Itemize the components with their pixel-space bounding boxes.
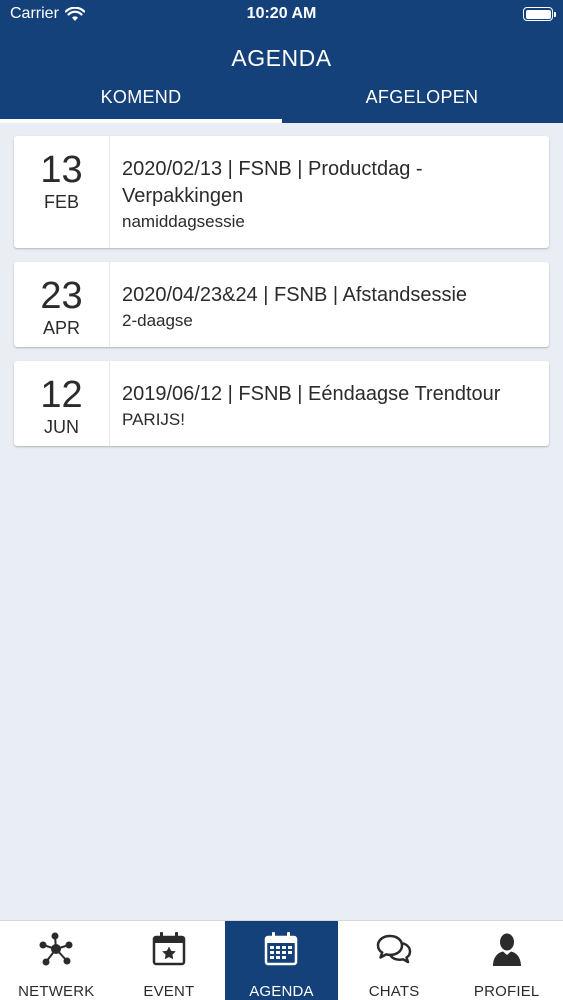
calendar-star-icon: [152, 932, 186, 966]
battery-level: [525, 9, 551, 19]
event-subtitle: PARIJS!: [122, 410, 185, 429]
event-info: 2020/04/23&24 | FSNB | Afstandsessie 2-d…: [110, 262, 549, 347]
event-subtitle: namiddagsessie: [122, 212, 245, 231]
event-date: 12 JUN: [14, 361, 110, 446]
tabbar-label: PROFIEL: [473, 983, 540, 1000]
event-title: 2020/04/23&24 | FSNB | Afstandsessie: [122, 284, 468, 306]
event-day: 12: [40, 374, 83, 416]
agenda-item[interactable]: 12 JUN 2019/06/12 | FSNB | Eéndaagse Tre…: [14, 361, 549, 446]
status-time: 10:20 AM: [246, 5, 317, 22]
network-icon: [39, 932, 73, 966]
tabbar-item-chats[interactable]: CHATS: [338, 921, 451, 1000]
page-title: AGENDA: [231, 45, 332, 71]
tab-afgelopen[interactable]: AFGELOPEN: [281, 87, 563, 123]
event-month: FEB: [43, 192, 79, 212]
tabbar-item-netwerk[interactable]: NETWERK: [0, 921, 113, 1000]
tabbar-label: NETWERK: [18, 983, 95, 1000]
event-date: 23 APR: [14, 262, 110, 347]
tab-afgelopen-label: AFGELOPEN: [365, 87, 479, 107]
event-month: APR: [42, 318, 80, 338]
active-tab-indicator: [0, 119, 282, 123]
tabbar-item-event[interactable]: EVENT: [113, 921, 226, 1000]
event-month: JUN: [44, 417, 79, 437]
tabbar-label: EVENT: [143, 983, 195, 1000]
tab-komend[interactable]: KOMEND: [0, 87, 282, 123]
event-title: 2019/06/12 | FSNB | Eéndaagse Trendtour: [122, 383, 501, 405]
agenda-item[interactable]: 23 APR 2020/04/23&24 | FSNB | Afstandses…: [14, 262, 549, 347]
chat-bubbles-icon: [376, 934, 412, 964]
agenda-list: 13 FEB 2020/02/13 | FSNB | Productdag - …: [14, 136, 549, 460]
status-bar: Carrier 10:20 AM: [0, 0, 563, 30]
tabbar-label: CHATS: [368, 983, 420, 1000]
event-day: 23: [40, 275, 83, 317]
person-icon: [492, 933, 521, 966]
bottom-tab-bar: NETWERK EVENT AGENDA CHATS PROFIEL: [0, 920, 563, 1000]
agenda-item[interactable]: 13 FEB 2020/02/13 | FSNB | Productdag - …: [14, 136, 549, 248]
event-day: 13: [40, 149, 83, 191]
battery-icon: [523, 7, 556, 21]
event-date: 13 FEB: [14, 136, 110, 248]
calendar-grid-icon: [265, 932, 298, 966]
event-info: 2020/02/13 | FSNB | Productdag - Verpakk…: [110, 136, 549, 248]
tabbar-label: AGENDA: [249, 983, 314, 1000]
event-subtitle: 2-daagse: [122, 311, 193, 330]
app-header: Carrier 10:20 AM AGENDA KOMEND AFGELOPEN: [0, 0, 563, 123]
event-info: 2019/06/12 | FSNB | Eéndaagse Trendtour …: [110, 361, 549, 446]
event-title: 2020/02/13 | FSNB | Productdag - Verpakk…: [122, 158, 423, 207]
tabbar-item-profiel[interactable]: PROFIEL: [450, 921, 563, 1000]
tabbar-item-agenda[interactable]: AGENDA: [225, 921, 338, 1000]
tab-komend-label: KOMEND: [100, 87, 182, 107]
